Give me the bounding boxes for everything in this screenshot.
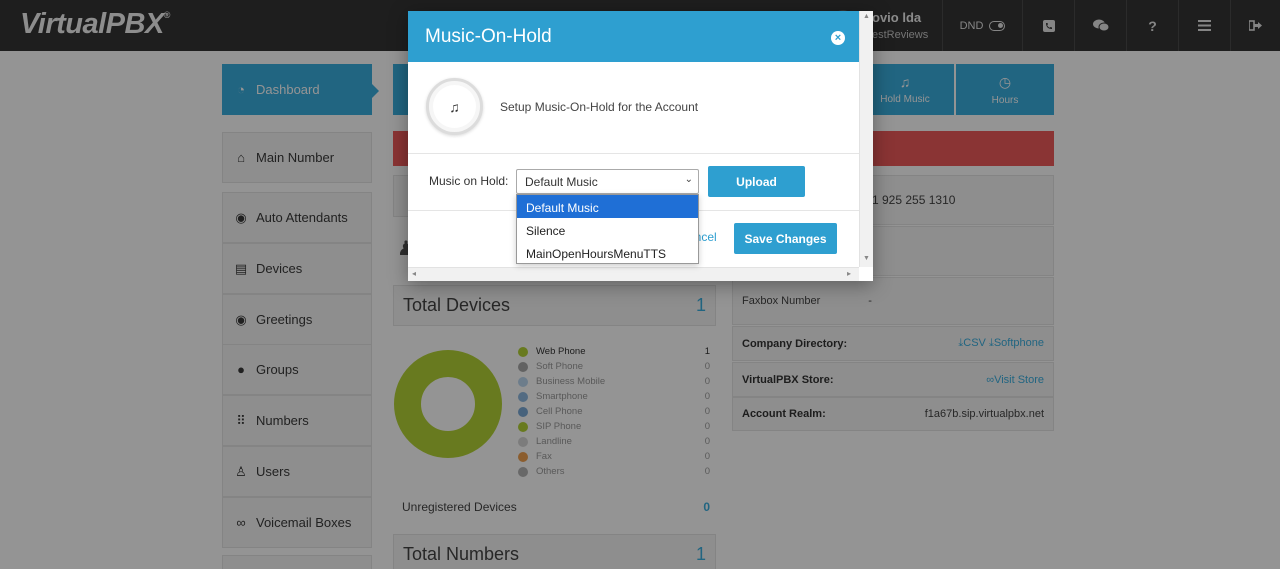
music-on-hold-select[interactable]: Default Music ⌄ — [516, 169, 699, 194]
scroll-down-icon[interactable]: ▼ — [863, 255, 870, 262]
option-default-music[interactable]: Default Music — [517, 195, 698, 218]
option-main-open-hours-menu-tts[interactable]: MainOpenHoursMenuTTS — [517, 241, 698, 264]
scroll-left-icon[interactable]: ◂ — [412, 269, 416, 278]
vertical-scrollbar[interactable]: ▲ ▼ — [859, 11, 873, 267]
music-on-hold-options: Default Music Silence MainOpenHoursMenuT… — [516, 194, 699, 264]
scroll-up-icon[interactable]: ▲ — [863, 13, 870, 20]
dialog-header: Music-On-Hold × — [408, 11, 859, 62]
option-silence[interactable]: Silence — [517, 218, 698, 241]
chevron-down-icon: ⌄ — [684, 174, 693, 185]
horizontal-scrollbar[interactable]: ◂ ▸ — [408, 267, 859, 281]
close-icon[interactable]: × — [831, 31, 845, 45]
music-note-icon: ♫ — [426, 78, 483, 135]
save-changes-button[interactable]: Save Changes — [734, 223, 837, 254]
divider — [408, 153, 859, 154]
dialog-description: Setup Music-On-Hold for the Account — [500, 100, 699, 114]
select-value: Default Music — [525, 175, 598, 189]
music-on-hold-label: Music on Hold: — [429, 174, 509, 188]
upload-button[interactable]: Upload — [708, 166, 805, 197]
dialog-title: Music-On-Hold — [425, 26, 552, 47]
scroll-right-icon[interactable]: ▸ — [847, 269, 851, 278]
